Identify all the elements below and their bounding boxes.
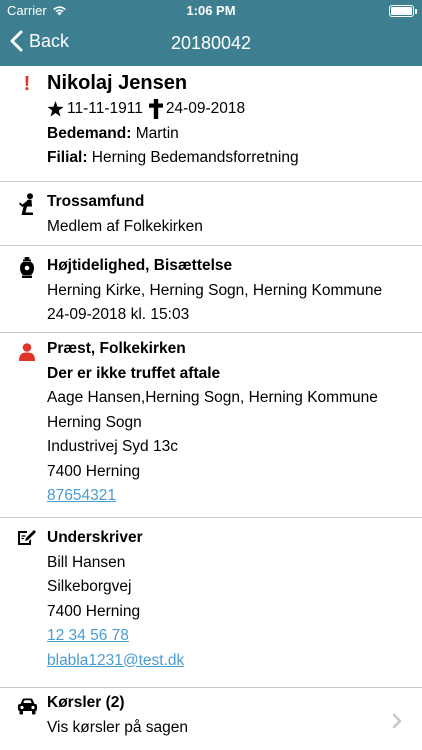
kneeling-person-icon [16,193,38,215]
signer-city: 7400 Herning [47,602,141,620]
priest-phone-link[interactable]: 87654321 [47,487,116,504]
branch-row: Filial: Herning Bedemandsforretning [47,146,410,171]
battery-tip [415,9,417,14]
priest-title: Præst, Folkekirken [47,340,186,357]
ceremony-datetime: 24-09-2018 kl. 15:03 [47,306,190,323]
battery-level [391,7,412,15]
signer-section: Underskriver Bill Hansen Silkeborgvej 74… [0,518,422,688]
drives-row[interactable]: Kørsler (2) Vis kørsler på sagen [0,688,422,750]
undertaker-label: Bedemand: [47,124,132,142]
priest-city: 7400 Herning [47,462,141,480]
death-date: 24-09-2018 [165,100,246,117]
battery-icon [389,5,417,17]
branch-label: Filial: [47,149,88,166]
deceased-section: ! Nikolaj Jensen 11-11-1911 24-09-2018 B… [0,66,422,182]
car-icon [16,695,38,717]
signer-details: Underskriver Bill Hansen Silkeborgvej 74… [47,526,410,673]
exclamation-icon: ! [23,72,31,95]
signer-email-link[interactable]: blabla1231@test.dk [47,652,184,669]
signature-icon [16,527,38,549]
cross-icon [148,99,163,120]
status-time: 1:06 PM [186,3,236,18]
chevron-right-icon [392,713,402,729]
signer-street: Silkeborgvej [47,578,132,595]
branch-value: Herning Bedemandsforretning [91,149,299,166]
undertaker-row: Bedemand: Martin [47,122,410,147]
ceremony-title: Højtidelighed, Bisættelse [47,257,233,274]
drives-subtitle: Vis kørsler på sagen [47,718,188,736]
priest-street: Industrivej Syd 13c [47,438,178,455]
religion-value: Medlem af Folkekirken [47,217,203,235]
religion-details: Trossamfund Medlem af Folkekirken [47,190,410,239]
drives-title: Kørsler (2) [47,694,125,711]
deceased-details: Nikolaj Jensen 11-11-1911 24-09-2018 Bed… [47,69,410,171]
undertaker-value: Martin [135,124,179,142]
navigation-bar: Back 20180042 [0,22,422,66]
signer-phone-link[interactable]: 12 34 56 78 [47,627,129,644]
ceremony-place: Herning Kirke, Herning Sogn, Herning Kom… [47,281,383,299]
priest-section: Præst, Folkekirken Der er ikke truffet a… [0,333,422,518]
header: Carrier 1:06 PM Back 20180042 [0,0,422,66]
deceased-name: Nikolaj Jensen [47,72,188,94]
priest-parish: Herning Sogn [47,413,142,431]
star-icon [47,101,64,117]
life-dates: 11-11-1911 24-09-2018 [47,97,410,122]
ceremony-details: Højtidelighed, Bisættelse Herning Kirke,… [47,254,410,328]
signer-name: Bill Hansen [47,553,126,571]
birth-date: 11-11-1911 [67,100,143,117]
religion-title: Trossamfund [47,193,145,210]
priest-details: Præst, Folkekirken Der er ikke truffet a… [47,337,410,509]
appointment-status: Der er ikke truffet aftale [47,364,221,382]
urn-icon [16,256,38,278]
religion-section: Trossamfund Medlem af Folkekirken [0,182,422,246]
status-bar: Carrier 1:06 PM [0,0,422,22]
page-title: 20180042 [170,33,252,53]
priest-name: Aage Hansen,Herning Sogn, Herning Kommun… [47,389,378,406]
person-icon [16,341,38,363]
ceremony-section: Højtidelighed, Bisættelse Herning Kirke,… [0,246,422,333]
drives-details: Kørsler (2) Vis kørsler på sagen [47,691,410,740]
signer-title: Underskriver [47,529,143,546]
